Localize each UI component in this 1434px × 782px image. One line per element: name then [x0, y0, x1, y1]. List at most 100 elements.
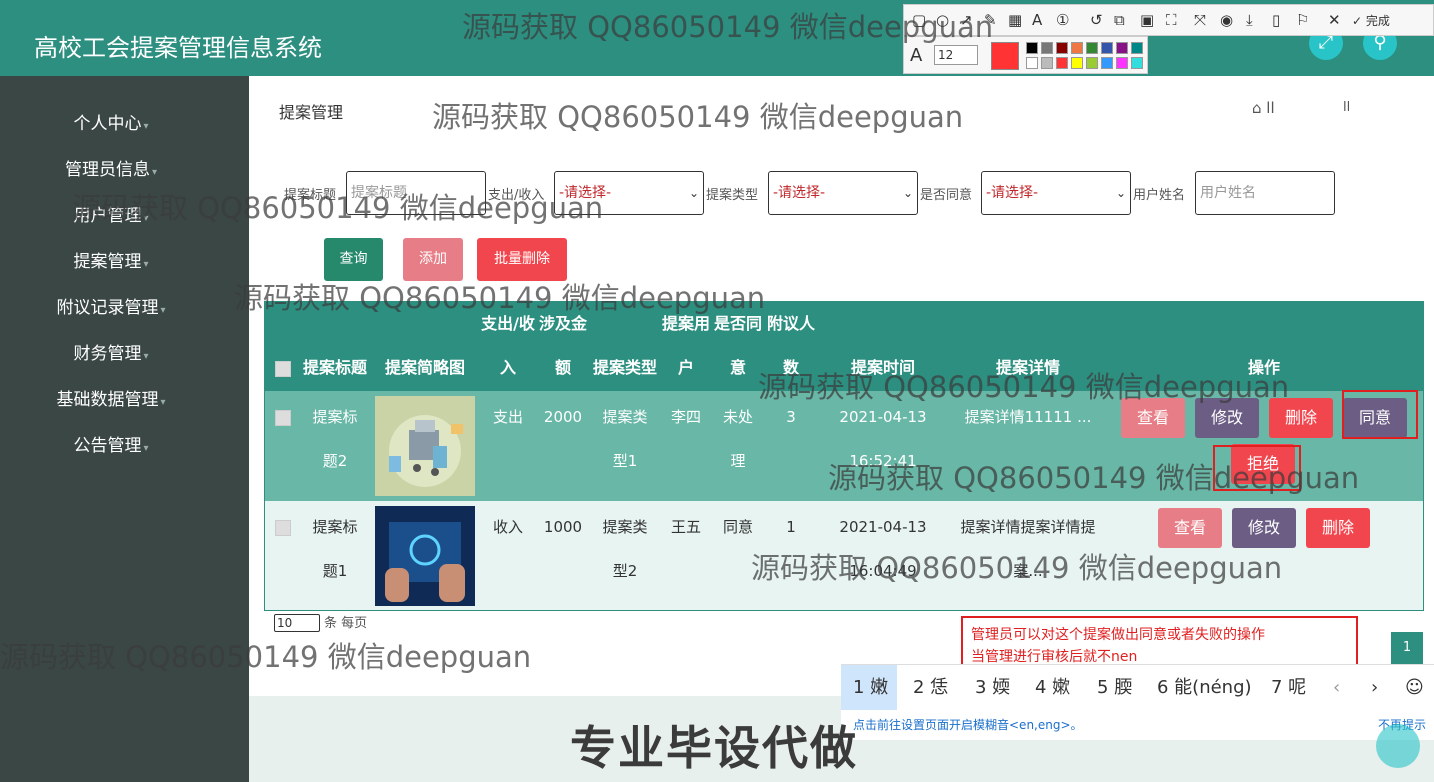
rectangle-icon[interactable]: ▢	[912, 11, 926, 29]
text-icon[interactable]: A	[1032, 11, 1042, 29]
add-button[interactable]: 添加	[403, 238, 463, 281]
sidebar-item-label: 公告管理	[73, 436, 142, 456]
cell-io: 收入	[492, 518, 523, 536]
bookmark-icon[interactable]: ⚐	[1296, 11, 1309, 29]
per-page-label: 条 每页	[324, 616, 368, 631]
color-swatch[interactable]	[1086, 57, 1098, 69]
color-swatch[interactable]	[1026, 42, 1038, 54]
cell-detail-line1: 提案详情提案详情提	[960, 518, 1096, 536]
annotation-line1: 管理员可以对这个提案做出同意或者失败的操作	[971, 627, 1265, 643]
current-color-swatch[interactable]	[991, 42, 1019, 70]
download-icon[interactable]: ⤓	[1246, 11, 1253, 29]
translate-icon[interactable]: ⤧	[1194, 11, 1206, 29]
agree-select-value: -请选择-	[986, 185, 1039, 201]
undo-icon[interactable]: ↺	[1090, 11, 1103, 29]
pin-icon[interactable]: ⧉	[1114, 11, 1125, 29]
color-swatch[interactable]	[1116, 57, 1128, 69]
color-swatch[interactable]	[1131, 57, 1143, 69]
pen-icon[interactable]: ✎	[984, 11, 997, 29]
ime-candidate-5[interactable]: 5 腝	[1097, 665, 1132, 711]
view-button[interactable]: 查看	[1121, 398, 1185, 438]
agree-select[interactable]: -请选择- ⌄	[981, 171, 1131, 215]
proposal-thumbnail[interactable]	[375, 506, 475, 606]
scan-icon[interactable]: ⛶	[1166, 11, 1177, 29]
record-icon[interactable]: ◉	[1220, 11, 1233, 29]
sidebar-item-personal-center[interactable]: 个人中心 ▾	[0, 109, 222, 134]
ocr-icon[interactable]: ▣	[1140, 11, 1154, 29]
color-swatch[interactable]	[1041, 42, 1053, 54]
row-checkbox[interactable]	[275, 410, 291, 426]
cell-io: 支出	[492, 408, 523, 426]
chevron-down-icon: ▾	[143, 443, 149, 454]
color-swatch[interactable]	[1086, 42, 1098, 54]
chevron-right-icon[interactable]: ›	[1371, 665, 1378, 711]
done-button[interactable]: ✓ 完成	[1352, 12, 1390, 29]
phone-icon[interactable]: ▯	[1272, 11, 1280, 29]
user-name-label: 用户姓名	[1133, 188, 1186, 203]
ime-candidate-6[interactable]: 6 能(néng)	[1157, 665, 1252, 711]
promo-watermark: 专业毕设代做	[570, 721, 858, 775]
query-button[interactable]: 查询	[324, 238, 383, 281]
user-name-input[interactable]: 用户姓名	[1195, 171, 1335, 215]
color-swatch[interactable]	[1101, 57, 1113, 69]
proposal-thumbnail[interactable]	[375, 396, 475, 496]
sidebar-item-admin-info[interactable]: 管理员信息 ▾	[0, 155, 222, 180]
view-button[interactable]: 查看	[1158, 508, 1222, 548]
color-swatch[interactable]	[1131, 42, 1143, 54]
color-swatch[interactable]	[1071, 57, 1083, 69]
ime-candidate-4[interactable]: 4 嫰	[1035, 665, 1070, 711]
row-checkbox[interactable]	[275, 520, 291, 536]
color-swatch[interactable]	[1071, 42, 1083, 54]
sidebar-item-base-data[interactable]: 基础数据管理 ▾	[0, 385, 222, 410]
ime-candidate-7[interactable]: 7 呢	[1271, 665, 1306, 711]
ime-candidate-1[interactable]: 1 嫩	[841, 665, 897, 711]
sidebar-item-seconding-records[interactable]: 附议记录管理 ▾	[0, 293, 222, 318]
ime-candidate-2[interactable]: 2 恁	[913, 665, 948, 711]
chevron-left-icon[interactable]: ‹	[1333, 665, 1340, 711]
edit-button[interactable]: 修改	[1195, 398, 1259, 438]
ime-candidate-3[interactable]: 3 媆	[975, 665, 1010, 711]
color-swatch[interactable]	[1116, 42, 1128, 54]
delete-button[interactable]: 删除	[1306, 508, 1370, 548]
emoji-icon[interactable]: ☺	[1405, 665, 1424, 711]
sidebar-item-proposal-management[interactable]: 提案管理 ▾	[0, 247, 222, 272]
chevron-down-icon: ▾	[143, 351, 149, 362]
col-io-line2: 入	[499, 358, 516, 377]
highlight-reject	[1213, 445, 1301, 491]
col-io-line1: 支出/收	[481, 314, 535, 333]
batch-delete-button[interactable]: 批量删除	[477, 238, 567, 281]
back-to-top-button[interactable]	[1376, 724, 1420, 768]
proposal-title-input[interactable]: 提案标题	[346, 171, 486, 215]
delete-button[interactable]: 删除	[1269, 398, 1333, 438]
arrow-icon[interactable]: ↗	[960, 11, 973, 29]
color-swatch[interactable]	[1056, 57, 1068, 69]
close-icon[interactable]: ✕	[1328, 11, 1341, 29]
sidebar-item-finance[interactable]: 财务管理 ▾	[0, 339, 222, 364]
chevron-down-icon: ▾	[143, 259, 149, 270]
color-swatch[interactable]	[1056, 42, 1068, 54]
mosaic-icon[interactable]: ▦	[1008, 11, 1022, 29]
col-user-line2: 户	[677, 358, 694, 377]
sidebar-item-user-management[interactable]: 用户管理 ▾	[0, 201, 222, 226]
annotation-note[interactable]: 管理员可以对这个提案做出同意或者失败的操作 当管理进行审核后就不nen	[961, 616, 1358, 666]
type-select[interactable]: -请选择- ⌄	[768, 171, 918, 215]
home-icon[interactable]: ⌂ ll	[1252, 99, 1275, 117]
select-all-checkbox[interactable]	[275, 361, 291, 377]
sidebar-item-label: 附议记录管理	[56, 298, 159, 318]
color-swatch[interactable]	[1026, 57, 1038, 69]
sidebar-item-announcements[interactable]: 公告管理 ▾	[0, 431, 222, 456]
number-icon[interactable]: ①	[1056, 11, 1069, 29]
col-agree-line2: 意	[729, 358, 746, 377]
sidebar-item-label: 管理员信息	[64, 160, 150, 180]
color-swatch[interactable]	[1101, 42, 1113, 54]
edit-button[interactable]: 修改	[1232, 508, 1296, 548]
ellipse-icon[interactable]: ○	[936, 11, 949, 29]
page-size-select[interactable]: 10	[274, 614, 320, 632]
cell-title-line1: 提案标	[312, 408, 358, 426]
ime-tip-text[interactable]: 点击前往设置页面开启模糊音<en,eng>。	[853, 718, 1083, 732]
color-swatch[interactable]	[1041, 57, 1053, 69]
page-button-1[interactable]: 1	[1391, 632, 1423, 664]
font-size-select[interactable]: 12	[934, 45, 978, 65]
income-select[interactable]: -请选择- ⌄	[554, 171, 704, 215]
cell-type-line1: 提案类	[602, 518, 648, 536]
